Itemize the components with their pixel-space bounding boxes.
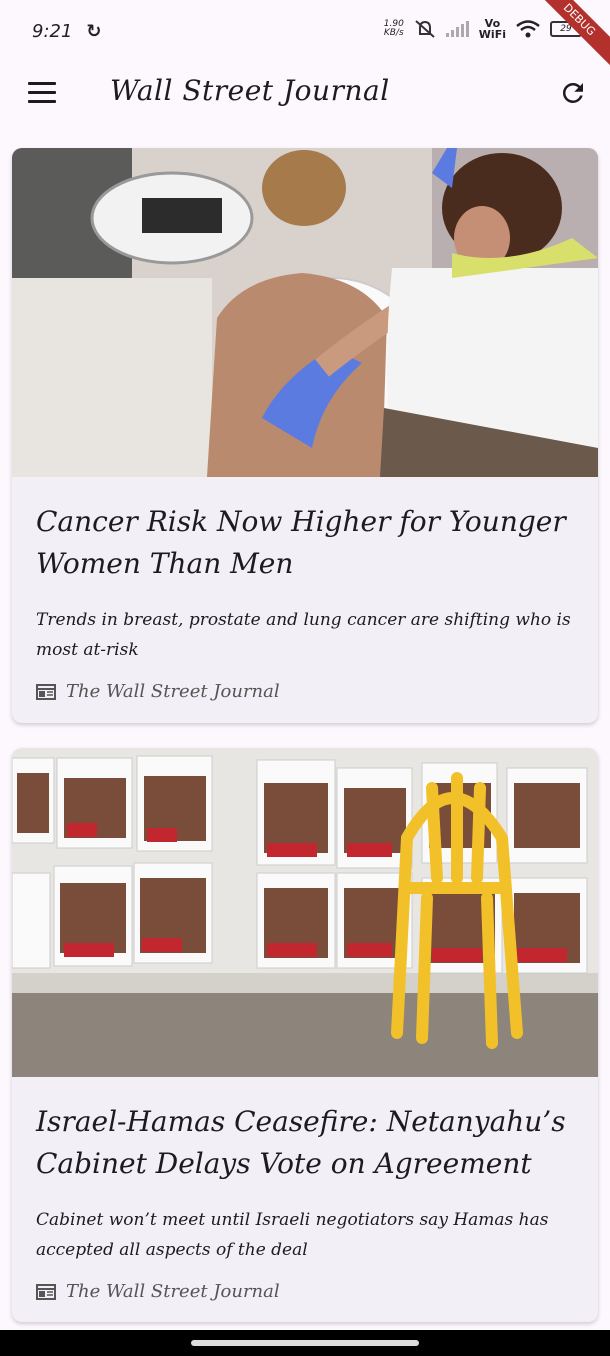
home-gesture-handle[interactable] — [191, 1340, 419, 1346]
status-icons: 1.90 KB/s Vo WiFi 29 — [384, 18, 582, 40]
article-body: Israel-Hamas Ceasefire: Netanyahu’s Cabi… — [12, 1077, 598, 1302]
hostage-posters-chair-photo-icon — [12, 748, 598, 1077]
article-description: Cabinet won’t meet until Israeli negotia… — [36, 1210, 549, 1260]
article-image — [12, 148, 598, 477]
newspaper-icon — [36, 1283, 56, 1300]
app-title: Wall Street Journal — [110, 74, 390, 107]
article-source-name: The Wall Street Journal — [66, 681, 280, 702]
newspaper-icon — [36, 683, 56, 700]
article-title[interactable]: Cancer Risk Now Higher for Younger Women… — [36, 501, 574, 585]
article-card[interactable]: Israel-Hamas Ceasefire: Netanyahu’s Cabi… — [12, 748, 598, 1322]
sync-icon: ↻ — [86, 20, 102, 42]
wifi-icon — [516, 20, 540, 38]
article-title[interactable]: Israel-Hamas Ceasefire: Netanyahu’s Cabi… — [36, 1101, 574, 1185]
mute-icon — [415, 20, 435, 38]
net-speed: 1.90 KB/s — [384, 20, 404, 38]
article-body: Cancer Risk Now Higher for Younger Women… — [12, 477, 598, 702]
vowifi-icon: Vo WiFi — [479, 18, 506, 40]
article-source: The Wall Street Journal — [36, 681, 574, 702]
refresh-icon[interactable] — [558, 78, 588, 108]
article-source: The Wall Street Journal — [36, 1281, 574, 1302]
vowifi-bottom: WiFi — [478, 28, 506, 41]
article-description: Trends in breast, prostate and lung canc… — [36, 610, 571, 660]
system-nav-bar — [0, 1330, 610, 1356]
article-image — [12, 748, 598, 1077]
status-time: 9:21 — [32, 20, 73, 42]
menu-icon[interactable] — [28, 82, 56, 106]
net-speed-unit: KB/s — [383, 28, 404, 38]
mammogram-photo-icon — [12, 148, 598, 477]
status-bar: 9:21 ↻ 1.90 KB/s Vo WiFi 29 — [0, 0, 610, 62]
article-source-name: The Wall Street Journal — [66, 1281, 280, 1302]
app-bar: Wall Street Journal — [0, 62, 610, 126]
article-card[interactable]: Cancer Risk Now Higher for Younger Women… — [12, 148, 598, 723]
signal-icon — [445, 21, 469, 37]
